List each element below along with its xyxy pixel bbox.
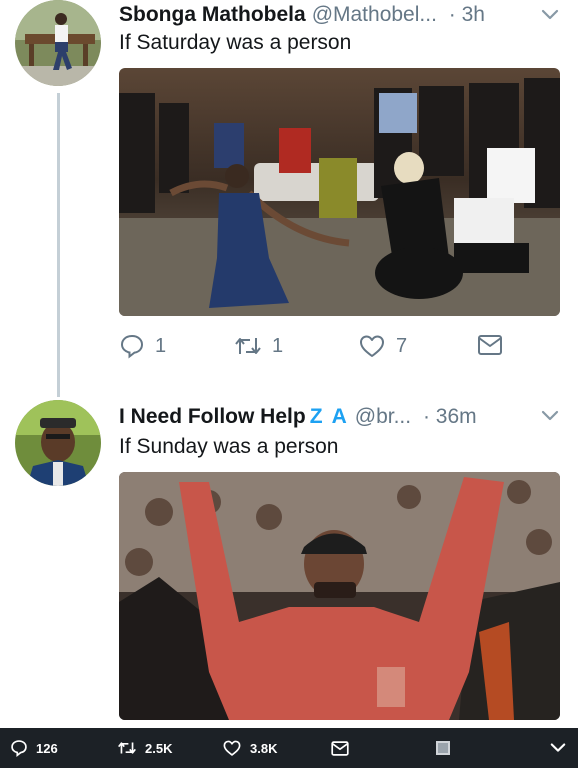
tweet-text: If Sunday was a person bbox=[119, 435, 339, 458]
retweet-icon bbox=[235, 338, 261, 354]
thread-connector-line bbox=[57, 93, 60, 397]
like-button[interactable]: 7 bbox=[358, 333, 407, 359]
reply-button[interactable]: 1 bbox=[119, 333, 166, 359]
engagement-bar: 126 2.5K 3.8K bbox=[0, 728, 578, 768]
like-icon bbox=[223, 740, 241, 756]
timestamp[interactable]: · 36m bbox=[423, 405, 477, 428]
avatar[interactable] bbox=[15, 400, 101, 486]
name-badge: Z A bbox=[309, 405, 349, 428]
avatar-photo bbox=[15, 0, 101, 86]
display-name[interactable]: I Need Follow Help bbox=[119, 405, 306, 428]
like-icon bbox=[360, 335, 384, 357]
chevron-down-icon[interactable] bbox=[541, 9, 559, 21]
retweet-button[interactable]: 2.5K bbox=[117, 728, 172, 768]
timestamp[interactable]: · 3h bbox=[449, 3, 485, 26]
message-button[interactable] bbox=[330, 728, 350, 768]
like-button[interactable]: 3.8K bbox=[222, 728, 277, 768]
analytics-icon bbox=[436, 741, 450, 755]
reply-button[interactable]: 126 bbox=[10, 728, 58, 768]
share-icon bbox=[331, 740, 349, 756]
tweet-text: If Saturday was a person bbox=[119, 31, 352, 54]
reply-count: 126 bbox=[36, 740, 58, 756]
analytics-button[interactable] bbox=[436, 728, 450, 768]
user-handle[interactable]: @Mathobel... bbox=[312, 3, 437, 26]
user-handle[interactable]: @br... bbox=[355, 405, 411, 428]
chevron-down-icon bbox=[550, 743, 566, 752]
chevron-down-icon[interactable] bbox=[541, 410, 559, 422]
more-button[interactable] bbox=[550, 728, 566, 768]
reply-icon bbox=[11, 740, 27, 757]
retweet-count: 2.5K bbox=[145, 740, 173, 756]
tweet-header: Sbonga Mathobela @Mathobel... · 3h bbox=[119, 2, 485, 28]
tweet-header: I Need Follow Help Z A @br... · 36m bbox=[119, 404, 477, 430]
avatar-photo bbox=[15, 400, 101, 486]
tweet-photo[interactable] bbox=[119, 68, 560, 316]
like-count: 7 bbox=[396, 334, 408, 357]
retweet-icon bbox=[118, 742, 136, 754]
retweet-count: 1 bbox=[272, 334, 284, 357]
party-dance-image bbox=[119, 68, 560, 316]
worship-crowd-image bbox=[119, 472, 560, 720]
reply-count: 1 bbox=[155, 334, 167, 357]
reply-icon bbox=[120, 334, 144, 359]
avatar[interactable] bbox=[15, 0, 101, 86]
share-icon bbox=[478, 335, 502, 355]
display-name[interactable]: Sbonga Mathobela bbox=[119, 3, 306, 26]
tweet-photo[interactable] bbox=[119, 472, 560, 720]
retweet-button[interactable]: 1 bbox=[234, 333, 283, 359]
like-count: 3.8K bbox=[250, 740, 278, 756]
tweet-actions: 1 1 7 bbox=[119, 333, 560, 363]
message-button[interactable] bbox=[476, 333, 504, 357]
